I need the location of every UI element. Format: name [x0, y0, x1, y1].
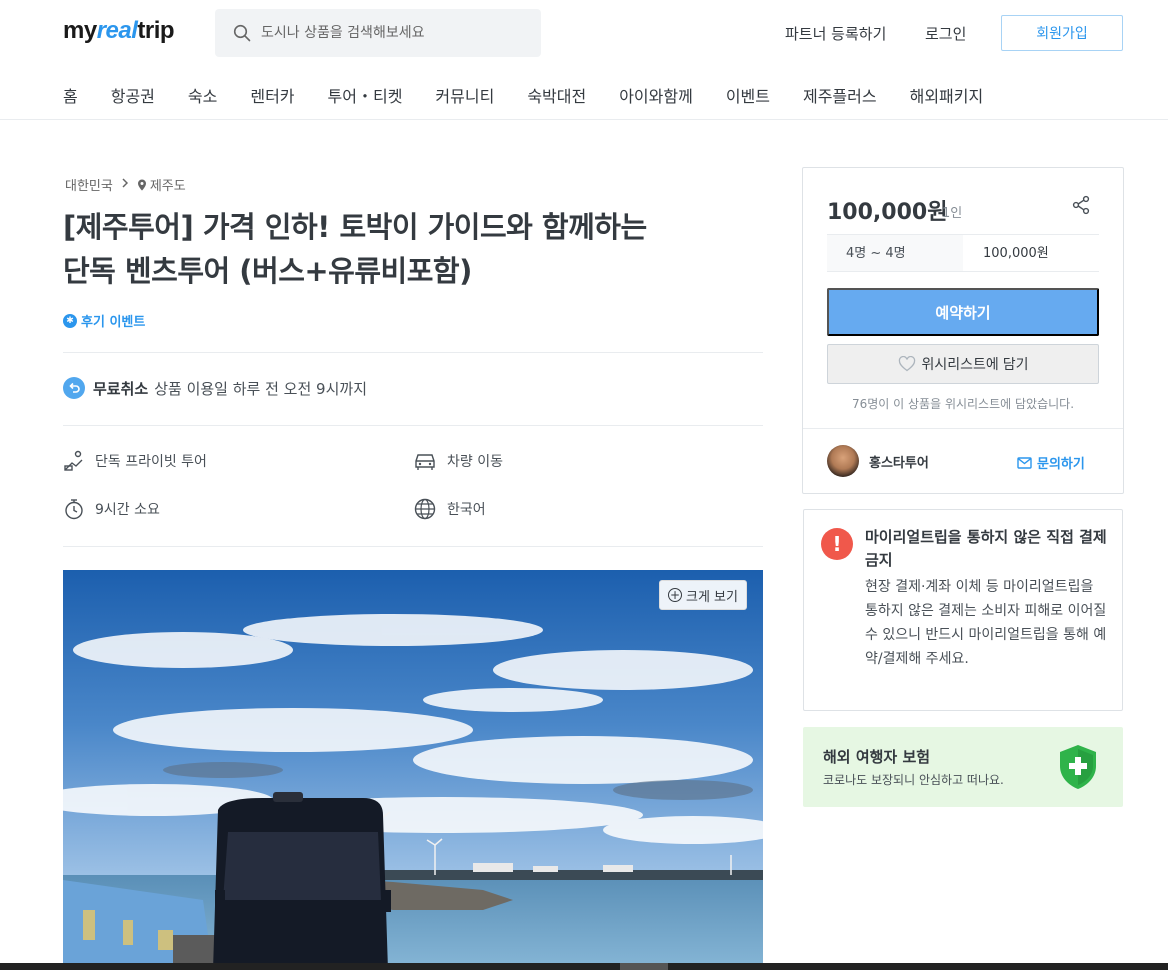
- zoom-view-label: 크게 보기: [686, 589, 738, 605]
- wishlist-button-label: 위시리스트에 담기: [921, 356, 1029, 372]
- site-header: myrealtrip 파트너 등록하기 로그인 회원가입 홈 항공권 숙소 렌터…: [0, 0, 1168, 120]
- breadcrumb-country[interactable]: 대한민국: [65, 175, 113, 194]
- nav-item-flights[interactable]: 항공권: [111, 83, 155, 107]
- zoom-plus-icon: +: [668, 588, 682, 602]
- free-cancel-detail: 상품 이용일 하루 전 오전 9시까지: [154, 379, 367, 398]
- search-bar[interactable]: [215, 9, 541, 57]
- myrealtrip-logo[interactable]: myrealtrip: [63, 17, 175, 45]
- nav-item-community[interactable]: 커뮤니티: [435, 83, 494, 107]
- private-tour-icon: [64, 450, 83, 471]
- warning-body: 현장 결제·계좌 이체 등 마이리얼트립을 통하지 않은 결제는 소비자 피해로…: [865, 579, 1107, 667]
- product-hero-image[interactable]: + 크게 보기: [63, 570, 763, 970]
- host-avatar[interactable]: [827, 445, 859, 477]
- insurance-title: 해외 여행자 보험: [823, 748, 931, 766]
- breadcrumb-region[interactable]: 제주도: [150, 175, 186, 194]
- free-cancel-label: 무료취소: [93, 379, 149, 398]
- location-pin-icon: [137, 179, 146, 190]
- nav-item-stay-festival[interactable]: 숙박대전: [527, 83, 586, 107]
- feature-duration-label: 9시간 소요: [95, 502, 160, 518]
- mail-icon: [1017, 456, 1032, 469]
- option-row[interactable]: 4명 ~ 4명 100,000원: [827, 234, 1099, 272]
- logo-text-accent: real: [96, 17, 138, 44]
- option-people: 4명 ~ 4명: [827, 235, 963, 271]
- search-input[interactable]: [261, 25, 521, 41]
- nav-item-rentacar[interactable]: 렌터카: [250, 83, 294, 107]
- price-unit: 1인: [942, 206, 963, 221]
- globe-icon: [414, 498, 436, 520]
- nav-item-jeju-plus[interactable]: 제주플러스: [803, 83, 877, 107]
- heart-icon: [898, 356, 915, 372]
- option-price: 100,000원: [983, 246, 1049, 261]
- book-button[interactable]: 예약하기: [827, 288, 1099, 336]
- nav-item-overseas-package[interactable]: 해외패키지: [910, 83, 984, 107]
- inquiry-button[interactable]: 문의하기: [1017, 453, 1085, 472]
- nav-item-home[interactable]: 홈: [63, 83, 78, 107]
- travel-insurance-banner[interactable]: 해외 여행자 보험 코로나도 보장되니 안심하고 떠나요.: [803, 727, 1123, 807]
- nav-item-with-kids[interactable]: 아이와함께: [619, 83, 693, 107]
- inquiry-label: 문의하기: [1037, 457, 1085, 472]
- jeju-seaside-van-photo: [63, 570, 763, 970]
- horizontal-scrollbar[interactable]: [0, 963, 1168, 970]
- product-title: [제주투어] 가격 인하! 토박이 가이드와 함께하는 단독 벤츠투어 (버스+…: [63, 205, 763, 293]
- feature-transport-label: 차량 이동: [447, 454, 503, 470]
- divider: [63, 425, 763, 426]
- zoom-view-button[interactable]: + 크게 보기: [659, 580, 747, 610]
- breadcrumb: 대한민국 제주도: [65, 175, 186, 194]
- exclamation-icon: !: [821, 528, 853, 560]
- direct-payment-warning: ! 마이리얼트립을 통하지 않은 직접 결제 금지 현장 결제·계좌 이체 등 …: [803, 509, 1123, 711]
- shield-plus-icon: [1060, 745, 1096, 789]
- wishlist-count: 76명이 이 상품을 위시리스트에 담았습니다.: [851, 397, 1075, 411]
- share-icon[interactable]: [1071, 195, 1091, 219]
- free-cancellation-info: 무료취소 상품 이용일 하루 전 오전 9시까지: [63, 377, 367, 399]
- host-name[interactable]: 홍스타투어: [869, 452, 929, 471]
- review-event-label: 후기 이벤트: [81, 315, 146, 330]
- car-icon: [415, 454, 435, 470]
- stopwatch-icon: [65, 499, 83, 520]
- product-title-line2: 단독 벤츠투어 (버스+유류비포함): [63, 254, 472, 288]
- scrollbar-thumb[interactable]: [620, 963, 668, 970]
- warning-title: 마이리얼트립을 통하지 않은 직접 결제 금지: [865, 528, 1107, 569]
- wishlist-button[interactable]: 위시리스트에 담기: [827, 344, 1099, 384]
- price: 100,000원: [827, 200, 948, 225]
- main-nav: 홈 항공권 숙소 렌터카 투어・티켓 커뮤니티 숙박대전 아이와함께 이벤트 제…: [63, 83, 1016, 107]
- divider: [63, 352, 763, 353]
- login-link[interactable]: 로그인: [925, 23, 966, 44]
- booking-card: 100,000원 1인 4명 ~ 4명 100,000원 예약하기 위시리스트에…: [802, 167, 1124, 494]
- review-event-badge[interactable]: ✱ 후기 이벤트: [63, 311, 145, 330]
- chevron-right-icon: [121, 177, 129, 192]
- nav-item-events[interactable]: 이벤트: [726, 83, 770, 107]
- insurance-subtitle: 코로나도 보장되니 안심하고 떠나요.: [823, 773, 1004, 787]
- feature-transport: 차량 이동: [413, 450, 503, 472]
- feature-tour-type-label: 단독 프라이빗 투어: [95, 454, 207, 470]
- feature-duration: 9시간 소요: [63, 498, 160, 520]
- signup-button[interactable]: 회원가입: [1001, 15, 1123, 51]
- partner-register-link[interactable]: 파트너 등록하기: [785, 23, 886, 44]
- logo-text-main: my: [63, 17, 97, 44]
- divider: [63, 546, 763, 547]
- undo-icon: [63, 377, 85, 399]
- nav-item-stays[interactable]: 숙소: [188, 83, 217, 107]
- gift-icon: ✱: [63, 313, 77, 328]
- nav-item-tours-tickets[interactable]: 투어・티켓: [328, 83, 403, 107]
- logo-text-end: trip: [137, 17, 175, 44]
- feature-tour-type: 단독 프라이빗 투어: [63, 450, 207, 472]
- product-title-line1: [제주투어] 가격 인하! 토박이 가이드와 함께하는: [63, 210, 647, 244]
- search-icon: [233, 24, 251, 42]
- feature-language: 한국어: [413, 498, 486, 520]
- feature-language-label: 한국어: [447, 502, 486, 518]
- divider: [803, 428, 1123, 429]
